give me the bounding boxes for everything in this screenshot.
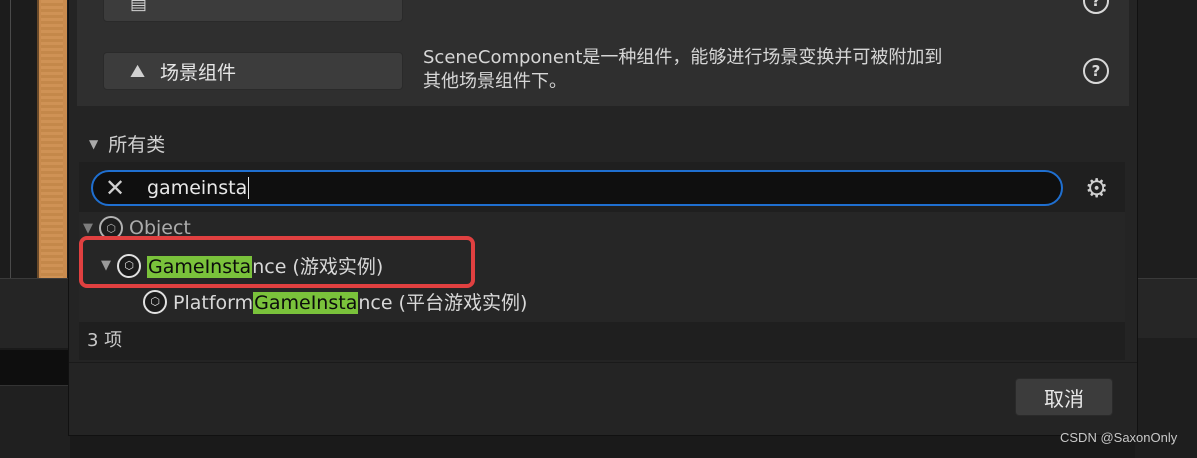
background-divider xyxy=(10,0,11,278)
search-input[interactable]: ✕ gameinsta xyxy=(91,170,1063,206)
tree-row-label: PlatformGameInstance (平台游戏实例) xyxy=(173,292,528,314)
background-panel-right xyxy=(1135,0,1197,458)
class-icon: ⬡ xyxy=(143,289,167,314)
background-viewport-texture xyxy=(41,0,63,278)
annotation-highlight-box xyxy=(79,236,475,288)
description-line: 其他场景组件下。 xyxy=(423,71,567,92)
component-icon: ▤ xyxy=(130,0,148,14)
clear-search-icon[interactable]: ✕ xyxy=(93,174,137,202)
help-icon[interactable]: ? xyxy=(1083,0,1109,14)
gear-icon[interactable]: ⚙ xyxy=(1085,174,1108,204)
scene-component-icon: ⛰ xyxy=(130,60,146,82)
all-classes-label: 所有类 xyxy=(108,134,166,156)
background-strip xyxy=(0,350,70,385)
search-value: gameinsta xyxy=(147,176,250,200)
component-button-partial[interactable]: ▤ xyxy=(103,0,403,22)
description-line: SceneComponent是一种组件，能够进行场景变换并可被附加到 xyxy=(423,47,943,68)
expand-arrow-icon[interactable]: ▼ xyxy=(83,221,93,236)
background-strip xyxy=(0,385,70,458)
pick-parent-class-dialog: ▤ ? ⛰ 场景组件 SceneComponent是一种组件，能够进行场景变换并… xyxy=(68,0,1138,436)
all-classes-header[interactable]: ▼ 所有类 xyxy=(89,130,165,157)
help-icon[interactable]: ? xyxy=(1083,58,1109,84)
scene-component-label: 场景组件 xyxy=(160,61,237,84)
item-count: 3 项 xyxy=(87,330,123,351)
background-panel-right-lower xyxy=(1135,278,1197,338)
background-panel-left xyxy=(0,0,40,278)
watermark: CSDN @SaxonOnly xyxy=(1060,430,1178,445)
scene-component-description: SceneComponent是一种组件，能够进行场景变换并可被附加到 其他场景组… xyxy=(423,46,1063,94)
tree-row-platform-game-instance[interactable]: ⬡ PlatformGameInstance (平台游戏实例) xyxy=(143,288,527,315)
background-strip xyxy=(0,278,70,348)
scene-component-button[interactable]: ⛰ 场景组件 xyxy=(103,52,403,90)
collapse-arrow-icon: ▼ xyxy=(89,136,99,151)
search-match-highlight: GameInsta xyxy=(253,292,359,314)
common-classes-panel: ▤ ? ⛰ 场景组件 SceneComponent是一种组件，能够进行场景变换并… xyxy=(77,0,1129,106)
cancel-button[interactable]: 取消 xyxy=(1015,378,1113,416)
footer-divider xyxy=(69,362,1137,363)
